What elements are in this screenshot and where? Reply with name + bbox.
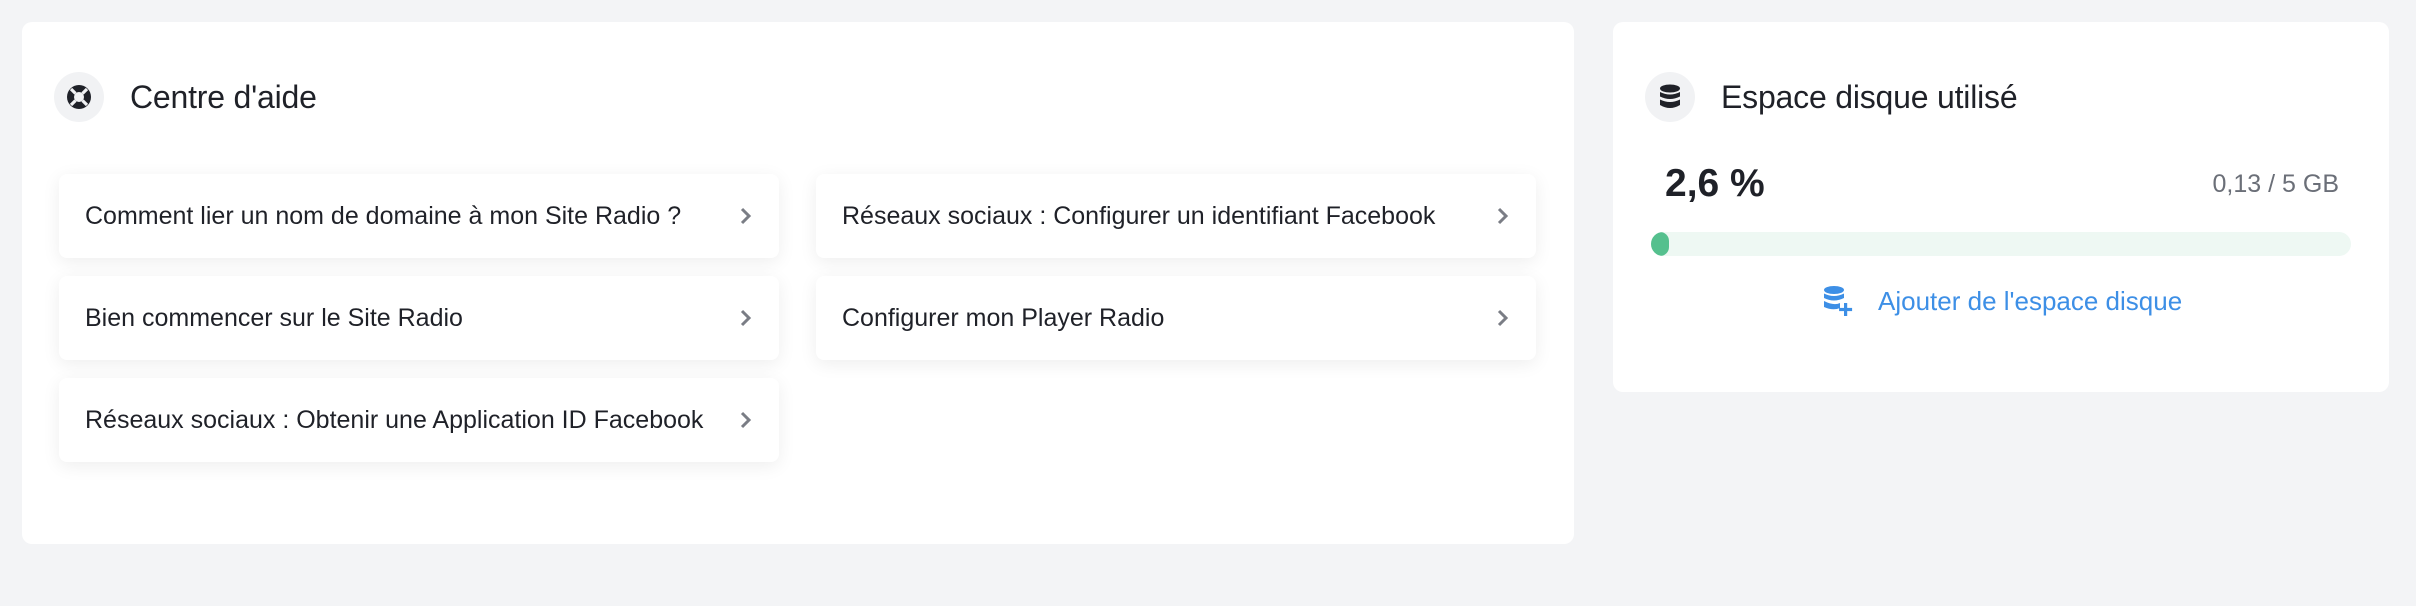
help-article-label: Configurer mon Player Radio (842, 303, 1165, 332)
help-center-header: Centre d'aide (54, 72, 317, 122)
help-article-link[interactable]: Comment lier un nom de domaine à mon Sit… (59, 174, 779, 258)
add-disk-space-label: Ajouter de l'espace disque (1878, 285, 2183, 316)
database-icon (1645, 72, 1695, 122)
disk-space-card: Espace disque utilisé 2,6 % 0,13 / 5 GB … (1613, 22, 2389, 392)
chevron-right-icon (1497, 309, 1509, 327)
add-disk-space-link[interactable]: Ajouter de l'espace disque (1821, 284, 2182, 318)
disk-usage-amount: 0,13 / 5 GB (2212, 170, 2339, 198)
help-articles-list: Comment lier un nom de domaine à mon Sit… (59, 174, 1536, 462)
disk-space-header: Espace disque utilisé (1645, 72, 2018, 122)
help-article-label: Réseaux sociaux : Configurer un identifi… (842, 201, 1436, 230)
help-article-label: Comment lier un nom de domaine à mon Sit… (85, 201, 682, 230)
help-article-label: Réseaux sociaux : Obtenir une Applicatio… (85, 405, 704, 434)
chevron-right-icon (740, 309, 752, 327)
help-center-title: Centre d'aide (130, 78, 317, 115)
help-article-link[interactable]: Bien commencer sur le Site Radio (59, 276, 779, 360)
disk-usage-progress-fill (1651, 232, 1670, 256)
chevron-right-icon (740, 207, 752, 225)
disk-usage-progress-bar (1651, 232, 2351, 256)
chevron-right-icon (1497, 207, 1509, 225)
lifebuoy-icon (54, 72, 104, 122)
help-center-card: Centre d'aide Comment lier un nom de dom… (22, 22, 1574, 544)
help-article-label: Bien commencer sur le Site Radio (85, 303, 463, 332)
help-article-link[interactable]: Configurer mon Player Radio (816, 276, 1536, 360)
chevron-right-icon (740, 411, 752, 429)
help-article-link[interactable]: Réseaux sociaux : Obtenir une Applicatio… (59, 378, 779, 462)
database-plus-icon (1824, 286, 1853, 316)
disk-usage-percent: 2,6 % (1665, 162, 1765, 205)
help-article-link[interactable]: Réseaux sociaux : Configurer un identifi… (816, 174, 1536, 258)
disk-space-title: Espace disque utilisé (1721, 78, 2018, 115)
